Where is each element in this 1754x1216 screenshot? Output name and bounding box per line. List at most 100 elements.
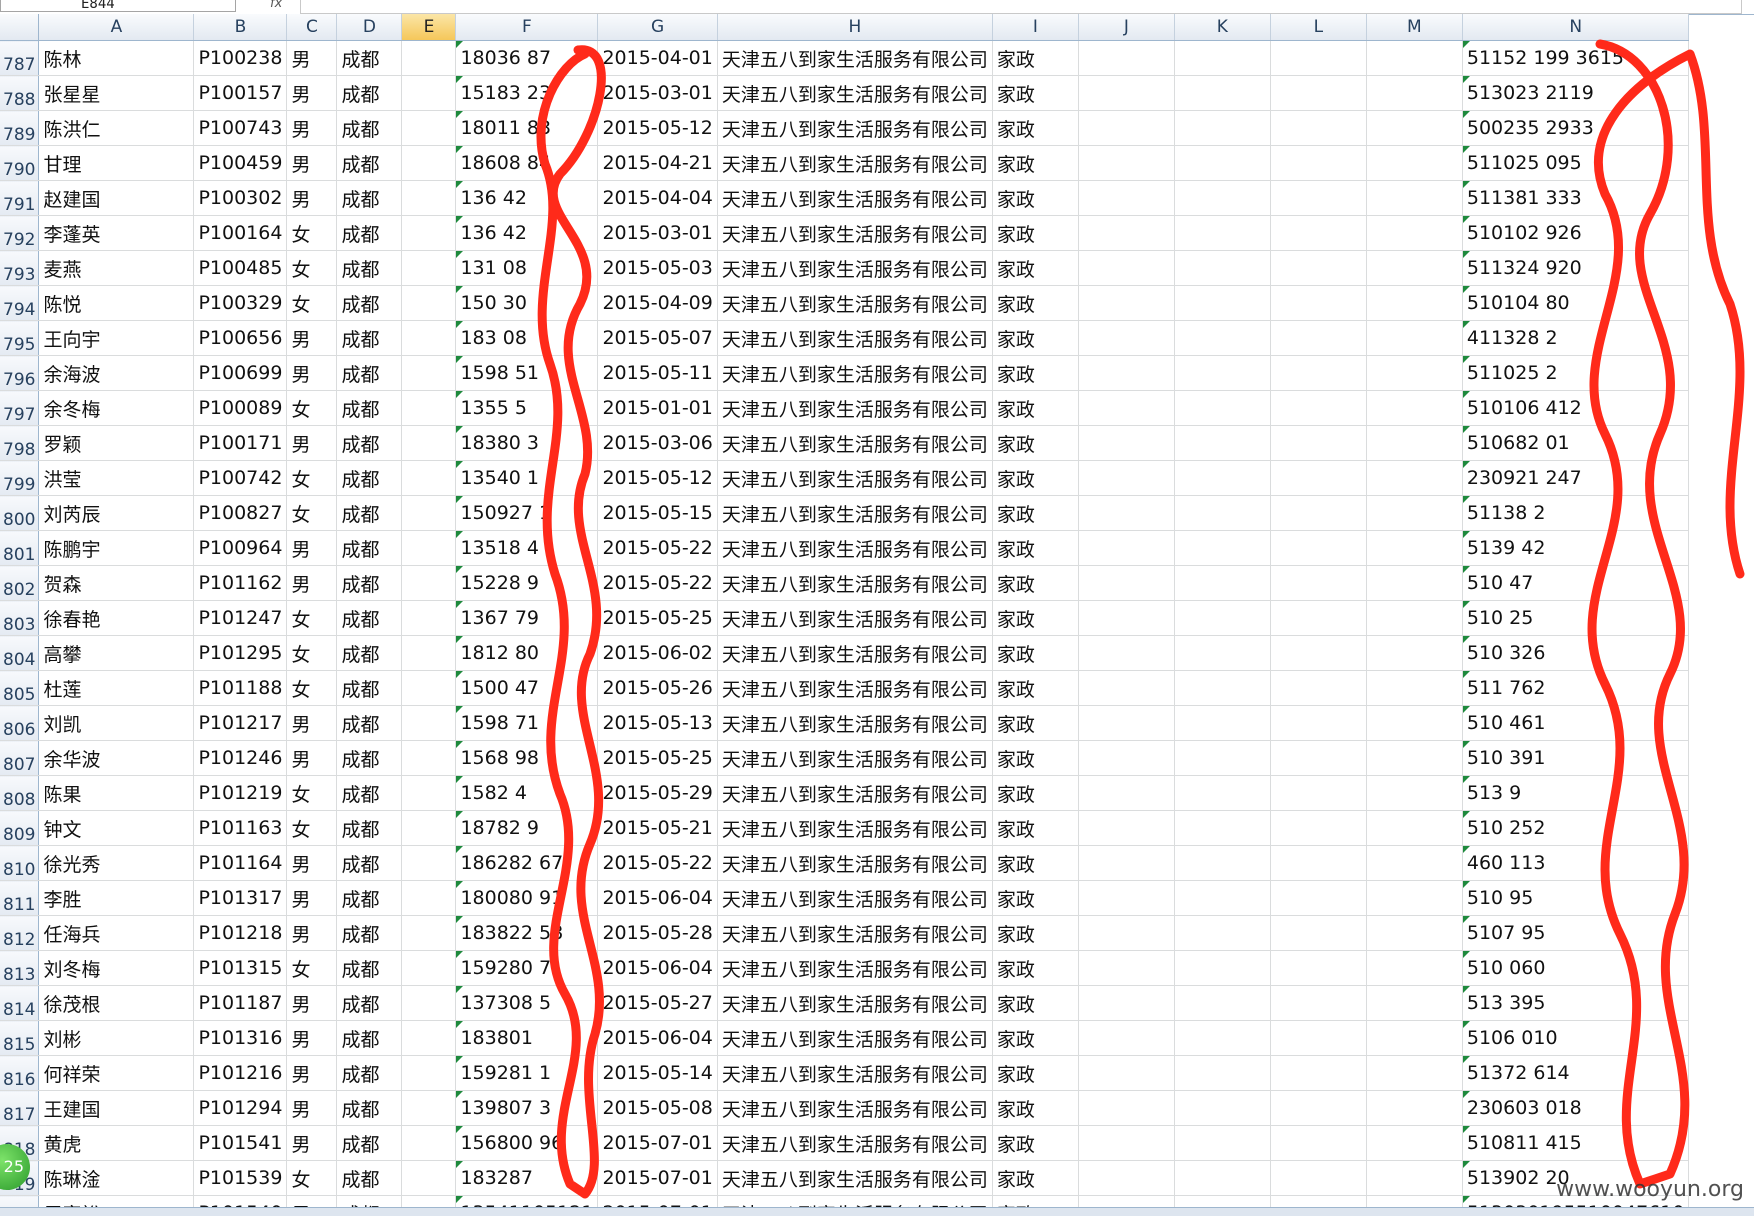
cell-type[interactable]: 家政	[992, 1125, 1079, 1161]
cell-type[interactable]: 家政	[992, 355, 1079, 391]
cell-l[interactable]	[1270, 1090, 1367, 1126]
cell-k[interactable]	[1174, 985, 1271, 1021]
cell-e[interactable]	[401, 460, 457, 496]
cell-sex[interactable]: 女	[286, 670, 338, 706]
cell-k[interactable]	[1174, 495, 1271, 531]
row-header[interactable]: 801	[0, 530, 40, 566]
cell-id[interactable]: P100459	[193, 145, 288, 181]
cell-company[interactable]: 天津五八到家生活服务有限公司	[717, 845, 993, 881]
cell-name[interactable]: 刘冬梅	[38, 950, 195, 986]
cell-j[interactable]	[1078, 250, 1175, 286]
cell-m[interactable]	[1366, 985, 1463, 1021]
cell-id[interactable]: P101315	[193, 950, 288, 986]
cell-e[interactable]	[401, 530, 457, 566]
select-all-corner[interactable]	[0, 14, 40, 41]
cell-sex[interactable]: 男	[286, 75, 338, 111]
cell-phone[interactable]: 13518 4	[455, 530, 599, 566]
cell-city[interactable]: 成都	[336, 845, 403, 881]
cell-l[interactable]	[1270, 810, 1367, 846]
cell-m[interactable]	[1366, 145, 1463, 181]
cell-phone[interactable]: 156800 96	[455, 1125, 599, 1161]
cell-k[interactable]	[1174, 1090, 1271, 1126]
cell-name[interactable]: 徐春艳	[38, 600, 195, 636]
cell-id[interactable]: P101216	[193, 1055, 288, 1091]
cell-k[interactable]	[1174, 425, 1271, 461]
cell-type[interactable]: 家政	[992, 950, 1079, 986]
cell-phone[interactable]: 183 08	[455, 320, 599, 356]
cell-k[interactable]	[1174, 915, 1271, 951]
cell-l[interactable]	[1270, 75, 1367, 111]
cell-e[interactable]	[401, 425, 457, 461]
cell-l[interactable]	[1270, 880, 1367, 916]
cell-date[interactable]: 2015-06-02	[597, 635, 718, 671]
cell-id[interactable]: P100742	[193, 460, 288, 496]
cell-e[interactable]	[401, 320, 457, 356]
cell-k[interactable]	[1174, 460, 1271, 496]
row-header[interactable]: 805	[0, 670, 40, 706]
cell-e[interactable]	[401, 950, 457, 986]
cell-j[interactable]	[1078, 40, 1175, 76]
cell-sex[interactable]: 男	[286, 880, 338, 916]
row-header[interactable]: 814	[0, 985, 40, 1021]
cell-name[interactable]: 罗颖	[38, 425, 195, 461]
cell-name[interactable]: 王建国	[38, 1090, 195, 1126]
cell-type[interactable]: 家政	[992, 1020, 1079, 1056]
cell-date[interactable]: 2015-05-29	[597, 775, 718, 811]
cell-phone[interactable]: 183287	[455, 1160, 599, 1196]
cell-k[interactable]	[1174, 1020, 1271, 1056]
cell-sex[interactable]: 男	[286, 530, 338, 566]
cell-e[interactable]	[401, 40, 457, 76]
cell-k[interactable]	[1174, 215, 1271, 251]
cell-e[interactable]	[401, 670, 457, 706]
cell-k[interactable]	[1174, 250, 1271, 286]
cell-company[interactable]: 天津五八到家生活服务有限公司	[717, 810, 993, 846]
cell-e[interactable]	[401, 180, 457, 216]
cell-sex[interactable]: 男	[286, 845, 338, 881]
cell-m[interactable]	[1366, 565, 1463, 601]
cell-company[interactable]: 天津五八到家生活服务有限公司	[717, 110, 993, 146]
row-header[interactable]: 795	[0, 320, 40, 356]
cell-name[interactable]: 陈鹏宇	[38, 530, 195, 566]
cell-j[interactable]	[1078, 390, 1175, 426]
cell-k[interactable]	[1174, 145, 1271, 181]
cell-l[interactable]	[1270, 915, 1367, 951]
column-header-l[interactable]: L	[1270, 14, 1367, 41]
cell-id[interactable]: P100329	[193, 285, 288, 321]
cell-city[interactable]: 成都	[336, 915, 403, 951]
cell-type[interactable]: 家政	[992, 110, 1079, 146]
cell-type[interactable]: 家政	[992, 285, 1079, 321]
cell-phone[interactable]: 1598 71	[455, 705, 599, 741]
row-header[interactable]: 788	[0, 75, 40, 111]
spreadsheet-grid[interactable]: ABCDEFGHIJKLMN 787 陈林 P100238 男成都 18036 87 20…	[0, 14, 1754, 1216]
cell-type[interactable]: 家政	[992, 985, 1079, 1021]
cell-phone[interactable]: 159281 1	[455, 1055, 599, 1091]
cell-k[interactable]	[1174, 705, 1271, 741]
cell-city[interactable]: 成都	[336, 635, 403, 671]
cell-m[interactable]	[1366, 460, 1463, 496]
row-header[interactable]: 815	[0, 1020, 40, 1056]
cell-l[interactable]	[1270, 180, 1367, 216]
cell-company[interactable]: 天津五八到家生活服务有限公司	[717, 425, 993, 461]
cell-name[interactable]: 张星星	[38, 75, 195, 111]
cell-k[interactable]	[1174, 775, 1271, 811]
cell-k[interactable]	[1174, 845, 1271, 881]
cell-company[interactable]: 天津五八到家生活服务有限公司	[717, 740, 993, 776]
cell-l[interactable]	[1270, 460, 1367, 496]
cell-idcard[interactable]: 510106 412	[1462, 390, 1690, 426]
row-header[interactable]: 817	[0, 1090, 40, 1126]
cell-city[interactable]: 成都	[336, 250, 403, 286]
cell-city[interactable]: 成都	[336, 775, 403, 811]
row-header[interactable]: 812	[0, 915, 40, 951]
cell-m[interactable]	[1366, 285, 1463, 321]
cell-name[interactable]: 陈洪仁	[38, 110, 195, 146]
cell-company[interactable]: 天津五八到家生活服务有限公司	[717, 75, 993, 111]
cell-name[interactable]: 甘理	[38, 145, 195, 181]
cell-e[interactable]	[401, 915, 457, 951]
cell-phone[interactable]: 18380 3	[455, 425, 599, 461]
cell-type[interactable]: 家政	[992, 75, 1079, 111]
cell-idcard[interactable]: 510 95	[1462, 880, 1690, 916]
cell-id[interactable]: P101247	[193, 600, 288, 636]
cell-date[interactable]: 2015-05-11	[597, 355, 718, 391]
cell-date[interactable]: 2015-04-21	[597, 145, 718, 181]
cell-sex[interactable]: 女	[286, 460, 338, 496]
